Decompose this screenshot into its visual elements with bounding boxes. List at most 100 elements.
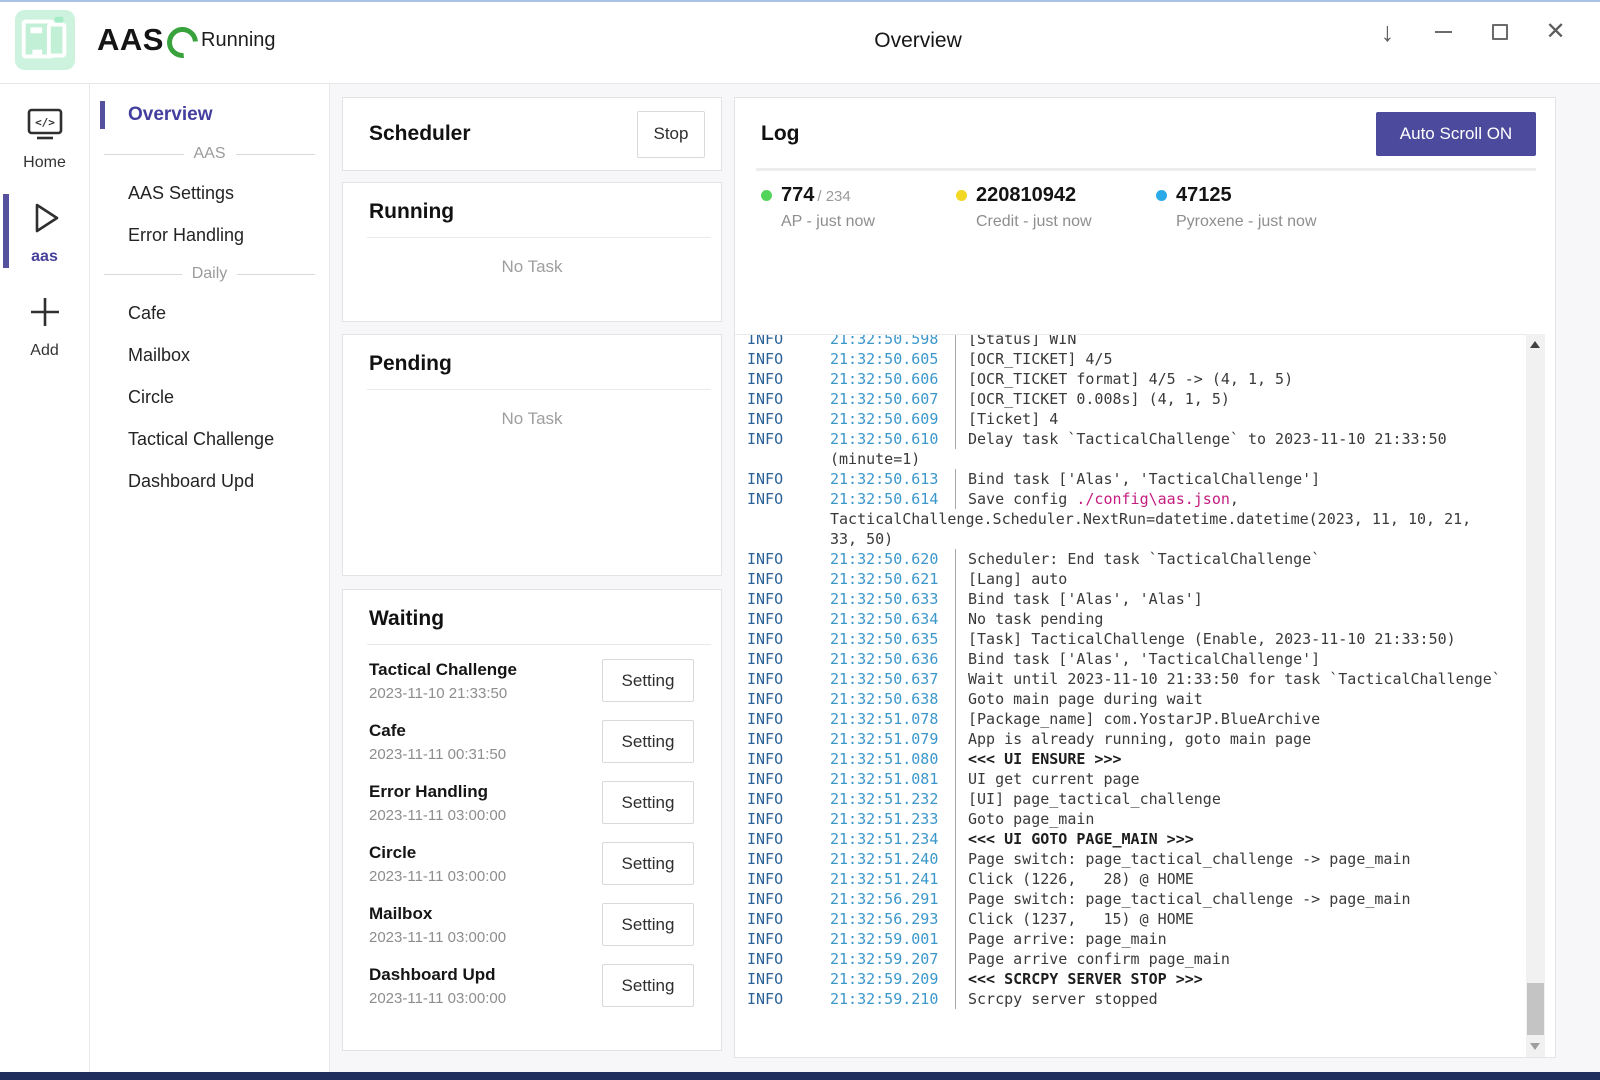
log-timestamp: 21:32:51.233 xyxy=(830,809,955,829)
log-line: INFO21:32:51.240Page switch: page_tactic… xyxy=(747,849,1527,869)
log-level: INFO xyxy=(747,969,830,989)
waiting-title: Waiting xyxy=(369,607,695,631)
waiting-task-row: Cafe2023-11-11 00:31:50Setting xyxy=(343,711,721,772)
minimize-icon[interactable] xyxy=(1427,14,1460,50)
sidebar-item-dashboard-upd[interactable]: Dashboard Upd xyxy=(90,460,329,502)
scroll-up-icon[interactable] xyxy=(1530,341,1540,348)
log-level: INFO xyxy=(747,609,830,629)
log-message: [Ticket] 4 xyxy=(955,409,1058,429)
stat-value: 47125 xyxy=(1176,184,1376,207)
log-timestamp: 21:32:56.293 xyxy=(830,909,955,929)
log-message: Click (1237, 15) @ HOME xyxy=(955,909,1194,929)
log-level: INFO xyxy=(747,809,830,829)
log-scrollbar[interactable] xyxy=(1526,334,1545,1057)
rail-item-aas[interactable]: aas xyxy=(0,192,89,270)
sidebar-item-cafe[interactable]: Cafe xyxy=(90,292,329,334)
divider-line xyxy=(237,274,315,275)
log-timestamp: 21:32:50.613 xyxy=(830,469,955,489)
setting-button[interactable]: Setting xyxy=(602,781,694,824)
log-timestamp: 21:32:51.079 xyxy=(830,729,955,749)
sidebar-item-overview[interactable]: Overview xyxy=(90,94,329,136)
download-icon[interactable]: ↓ xyxy=(1371,14,1404,50)
setting-button[interactable]: Setting xyxy=(602,964,694,1007)
log-timestamp: 21:32:51.234 xyxy=(830,829,955,849)
log-line: INFO21:32:50.638Goto main page during wa… xyxy=(747,689,1527,709)
log-level: INFO xyxy=(747,429,830,449)
rail-item-add[interactable]: Add xyxy=(0,286,89,364)
log-line: INFO21:32:50.614Save config ./config\aas… xyxy=(747,489,1527,509)
app-logo-icon xyxy=(14,9,76,71)
log-level: INFO xyxy=(747,829,830,849)
log-message: [Status] WIN xyxy=(955,334,1076,349)
log-timestamp: 21:32:51.081 xyxy=(830,769,955,789)
dashboard-stats: 774/ 234AP - just now220810942Credit - j… xyxy=(735,171,1555,231)
log-line: INFO21:32:50.633Bind task ['Alas', 'Alas… xyxy=(747,589,1527,609)
task-next-run-time: 2023-11-11 03:00:00 xyxy=(369,868,602,885)
stat-credit: 220810942Credit - just now xyxy=(956,184,1156,231)
log-line-continuation: 33, 50) xyxy=(747,529,1527,549)
auto-scroll-button[interactable]: Auto Scroll ON xyxy=(1376,112,1536,156)
sidebar-item-circle[interactable]: Circle xyxy=(90,376,329,418)
log-message: [OCR_TICKET 0.008s] (4, 1, 5) xyxy=(955,389,1230,409)
log-line-continuation: (minute=1) xyxy=(747,449,1527,469)
task-name: Tactical Challenge xyxy=(369,660,602,680)
task-next-run-time: 2023-11-11 03:00:00 xyxy=(369,929,602,946)
log-timestamp: 21:32:50.633 xyxy=(830,589,955,609)
window-top-border xyxy=(0,0,1600,2)
running-empty-text: No Task xyxy=(343,238,721,277)
log-line: INFO21:32:59.210Scrcpy server stopped xyxy=(747,989,1527,1009)
scrollbar-thumb[interactable] xyxy=(1527,983,1544,1035)
stat-caption: Credit - just now xyxy=(976,213,1156,231)
sidebar-item-error-handling[interactable]: Error Handling xyxy=(90,214,329,256)
log-terminal[interactable]: INFO21:32:50.598[Status] WININFO21:32:50… xyxy=(735,334,1527,1057)
waiting-task-row: Tactical Challenge2023-11-10 21:33:50Set… xyxy=(343,650,721,711)
log-message: Goto main page during wait xyxy=(955,689,1203,709)
log-level: INFO xyxy=(747,649,830,669)
log-message: Goto page_main xyxy=(955,809,1094,829)
pending-title: Pending xyxy=(369,352,695,376)
log-level: INFO xyxy=(747,489,830,509)
setting-button[interactable]: Setting xyxy=(602,842,694,885)
log-level xyxy=(747,529,830,549)
log-message: Page switch: page_tactical_challenge -> … xyxy=(955,849,1411,869)
log-timestamp: 21:32:59.210 xyxy=(830,989,955,1009)
log-line: INFO21:32:50.598[Status] WIN xyxy=(747,334,1527,349)
sidebar-item-mailbox[interactable]: Mailbox xyxy=(90,334,329,376)
log-line: INFO21:32:56.293Click (1237, 15) @ HOME xyxy=(747,909,1527,929)
log-level: INFO xyxy=(747,549,830,569)
divider-line xyxy=(236,154,316,155)
log-message: Bind task ['Alas', 'TacticalChallenge'] xyxy=(955,649,1320,669)
waiting-task-row: Error Handling2023-11-11 03:00:00Setting xyxy=(343,772,721,833)
log-message: Scheduler: End task `TacticalChallenge` xyxy=(955,549,1320,569)
log-timestamp: 21:32:50.637 xyxy=(830,669,955,689)
scroll-down-icon[interactable] xyxy=(1530,1043,1540,1050)
log-level: INFO xyxy=(747,469,830,489)
log-timestamp: 21:32:59.209 xyxy=(830,969,955,989)
task-name: Cafe xyxy=(369,721,602,741)
divider-line xyxy=(104,274,182,275)
log-timestamp: 21:32:51.078 xyxy=(830,709,955,729)
maximize-icon[interactable] xyxy=(1483,14,1516,50)
log-line: INFO21:32:50.635[Task] TacticalChallenge… xyxy=(747,629,1527,649)
sidebar-item-aas-settings[interactable]: AAS Settings xyxy=(90,172,329,214)
log-level: INFO xyxy=(747,869,830,889)
log-line: INFO21:32:50.607[OCR_TICKET 0.008s] (4, … xyxy=(747,389,1527,409)
pending-empty-text: No Task xyxy=(343,390,721,429)
stop-button[interactable]: Stop xyxy=(637,111,705,158)
waiting-task-row: Circle2023-11-11 03:00:00Setting xyxy=(343,833,721,894)
setting-button[interactable]: Setting xyxy=(602,720,694,763)
log-title: Log xyxy=(761,122,799,146)
log-message: [OCR_TICKET] 4/5 xyxy=(955,349,1113,369)
log-message: TacticalChallenge.Scheduler.NextRun=date… xyxy=(830,509,1471,529)
running-title: Running xyxy=(369,200,695,224)
log-level: INFO xyxy=(747,909,830,929)
setting-button[interactable]: Setting xyxy=(602,903,694,946)
close-icon[interactable]: ✕ xyxy=(1539,14,1572,50)
log-level: INFO xyxy=(747,349,830,369)
log-level: INFO xyxy=(747,949,830,969)
rail-item-home[interactable]: </>Home xyxy=(0,100,89,176)
sidebar-item-tactical-challenge[interactable]: Tactical Challenge xyxy=(90,418,329,460)
setting-button[interactable]: Setting xyxy=(602,659,694,702)
log-line: INFO21:32:51.234<<< UI GOTO PAGE_MAIN >>… xyxy=(747,829,1527,849)
log-message: App is already running, goto main page xyxy=(955,729,1311,749)
